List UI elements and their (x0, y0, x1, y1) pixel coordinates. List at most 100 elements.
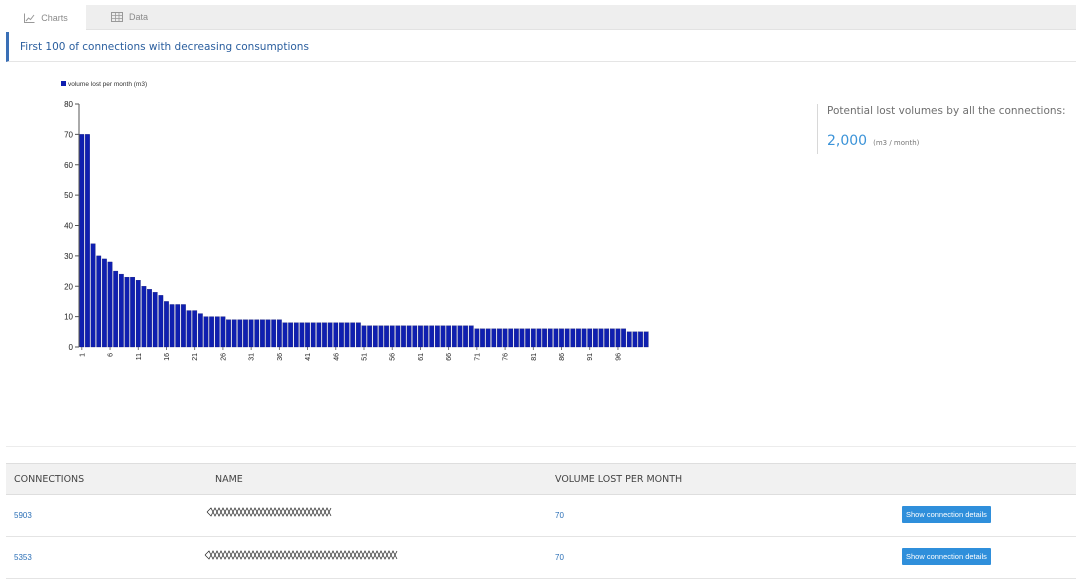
bar (372, 325, 378, 348)
redacted-name (204, 550, 398, 560)
tab-data-label: Data (129, 12, 149, 22)
bar (197, 313, 203, 348)
bar (581, 328, 587, 348)
bar (570, 328, 576, 348)
bar (451, 325, 457, 348)
header-connections: CONNECTIONS (14, 474, 85, 485)
bar (485, 328, 491, 348)
bar (254, 319, 260, 348)
y-tick-label: 60 (64, 161, 73, 170)
bar (559, 328, 564, 348)
bar (282, 322, 288, 348)
bar (429, 325, 435, 348)
bar (327, 322, 333, 348)
bar (344, 322, 350, 348)
bar (192, 310, 198, 348)
bar (508, 328, 514, 348)
bar (502, 328, 508, 348)
bar (497, 328, 502, 348)
bar (237, 319, 243, 348)
summary-value-line: 2,000 (m3 / month) (827, 133, 1066, 149)
connection-link[interactable]: 5353 (14, 553, 32, 562)
bar (355, 322, 361, 348)
x-tick-label: 26 (220, 353, 227, 361)
bar (79, 134, 85, 348)
bar (299, 322, 305, 348)
bar (152, 292, 158, 348)
bar (446, 325, 452, 348)
bar (130, 276, 135, 348)
bar (350, 322, 356, 348)
x-tick-label: 46 (333, 353, 340, 361)
bar (135, 280, 141, 348)
connection-link[interactable]: 5903 (14, 511, 32, 520)
tab-charts[interactable]: Charts (6, 5, 86, 30)
x-tick-label: 86 (559, 353, 566, 361)
bar (480, 328, 485, 348)
bar (593, 328, 598, 348)
chart-panel: First 100 of connections with decreasing… (6, 32, 1076, 447)
x-tick-label: 91 (587, 353, 594, 361)
summary-box: Potential lost volumes by all the connec… (817, 104, 1066, 154)
y-tick-label: 0 (69, 343, 74, 352)
x-tick-label: 96 (615, 353, 622, 361)
bar (147, 289, 152, 348)
bar (378, 325, 384, 348)
bar (389, 325, 395, 348)
show-connection-details-button[interactable]: Show connection details (902, 548, 991, 565)
bar-chart: volume lost per month (m3) 0 10 20 30 40 50 60 7… (61, 81, 649, 361)
bar (260, 319, 265, 348)
bar (243, 319, 248, 348)
bar (293, 322, 299, 348)
redacted-name (206, 507, 332, 517)
header-volume: VOLUME LOST PER MONTH (555, 474, 683, 485)
bar (638, 331, 643, 348)
y-tick-label: 80 (64, 100, 73, 109)
bar (316, 322, 322, 348)
bar (514, 328, 519, 348)
bar (214, 316, 220, 348)
bar (598, 328, 604, 348)
bar (474, 328, 480, 348)
x-tick-label: 21 (192, 353, 199, 361)
x-tick-label: 56 (390, 353, 397, 361)
bar (632, 331, 638, 348)
bar (90, 243, 96, 348)
bar (220, 316, 226, 348)
bar (169, 304, 175, 348)
bar (463, 325, 468, 348)
show-connection-details-button[interactable]: Show connection details (902, 506, 991, 523)
bar (209, 316, 214, 348)
bar (288, 322, 294, 348)
bar (406, 325, 412, 348)
bar (175, 304, 181, 348)
bar (553, 328, 559, 348)
tab-data[interactable]: Data (111, 5, 171, 29)
summary-unit: (m3 / month) (873, 139, 920, 147)
bar (124, 276, 130, 348)
x-tick-label: 51 (362, 353, 369, 361)
bar (547, 328, 553, 348)
x-tick-label: 1 (79, 353, 86, 357)
x-tick-label: 41 (305, 353, 312, 361)
y-tick-label: 30 (64, 252, 73, 261)
bar (604, 328, 610, 348)
x-tick-label: 36 (277, 353, 284, 361)
bar (621, 328, 626, 348)
x-tick-label: 6 (108, 353, 115, 357)
bar (164, 301, 169, 348)
bar (102, 258, 107, 348)
bar (96, 255, 102, 348)
bar (158, 295, 164, 348)
bar (468, 325, 474, 348)
x-tick-label: 11 (136, 353, 143, 360)
bar (525, 328, 531, 348)
bar (186, 310, 192, 348)
legend-label: volume lost per month (m3) (68, 81, 147, 88)
bar (248, 319, 254, 348)
connections-table: CONNECTIONS NAME VOLUME LOST PER MONTH 5… (6, 463, 1076, 579)
legend-swatch (61, 81, 66, 86)
bar (440, 325, 446, 348)
table-row: 5353 70 Show connection details (6, 537, 1076, 579)
line-chart-icon (24, 13, 35, 23)
